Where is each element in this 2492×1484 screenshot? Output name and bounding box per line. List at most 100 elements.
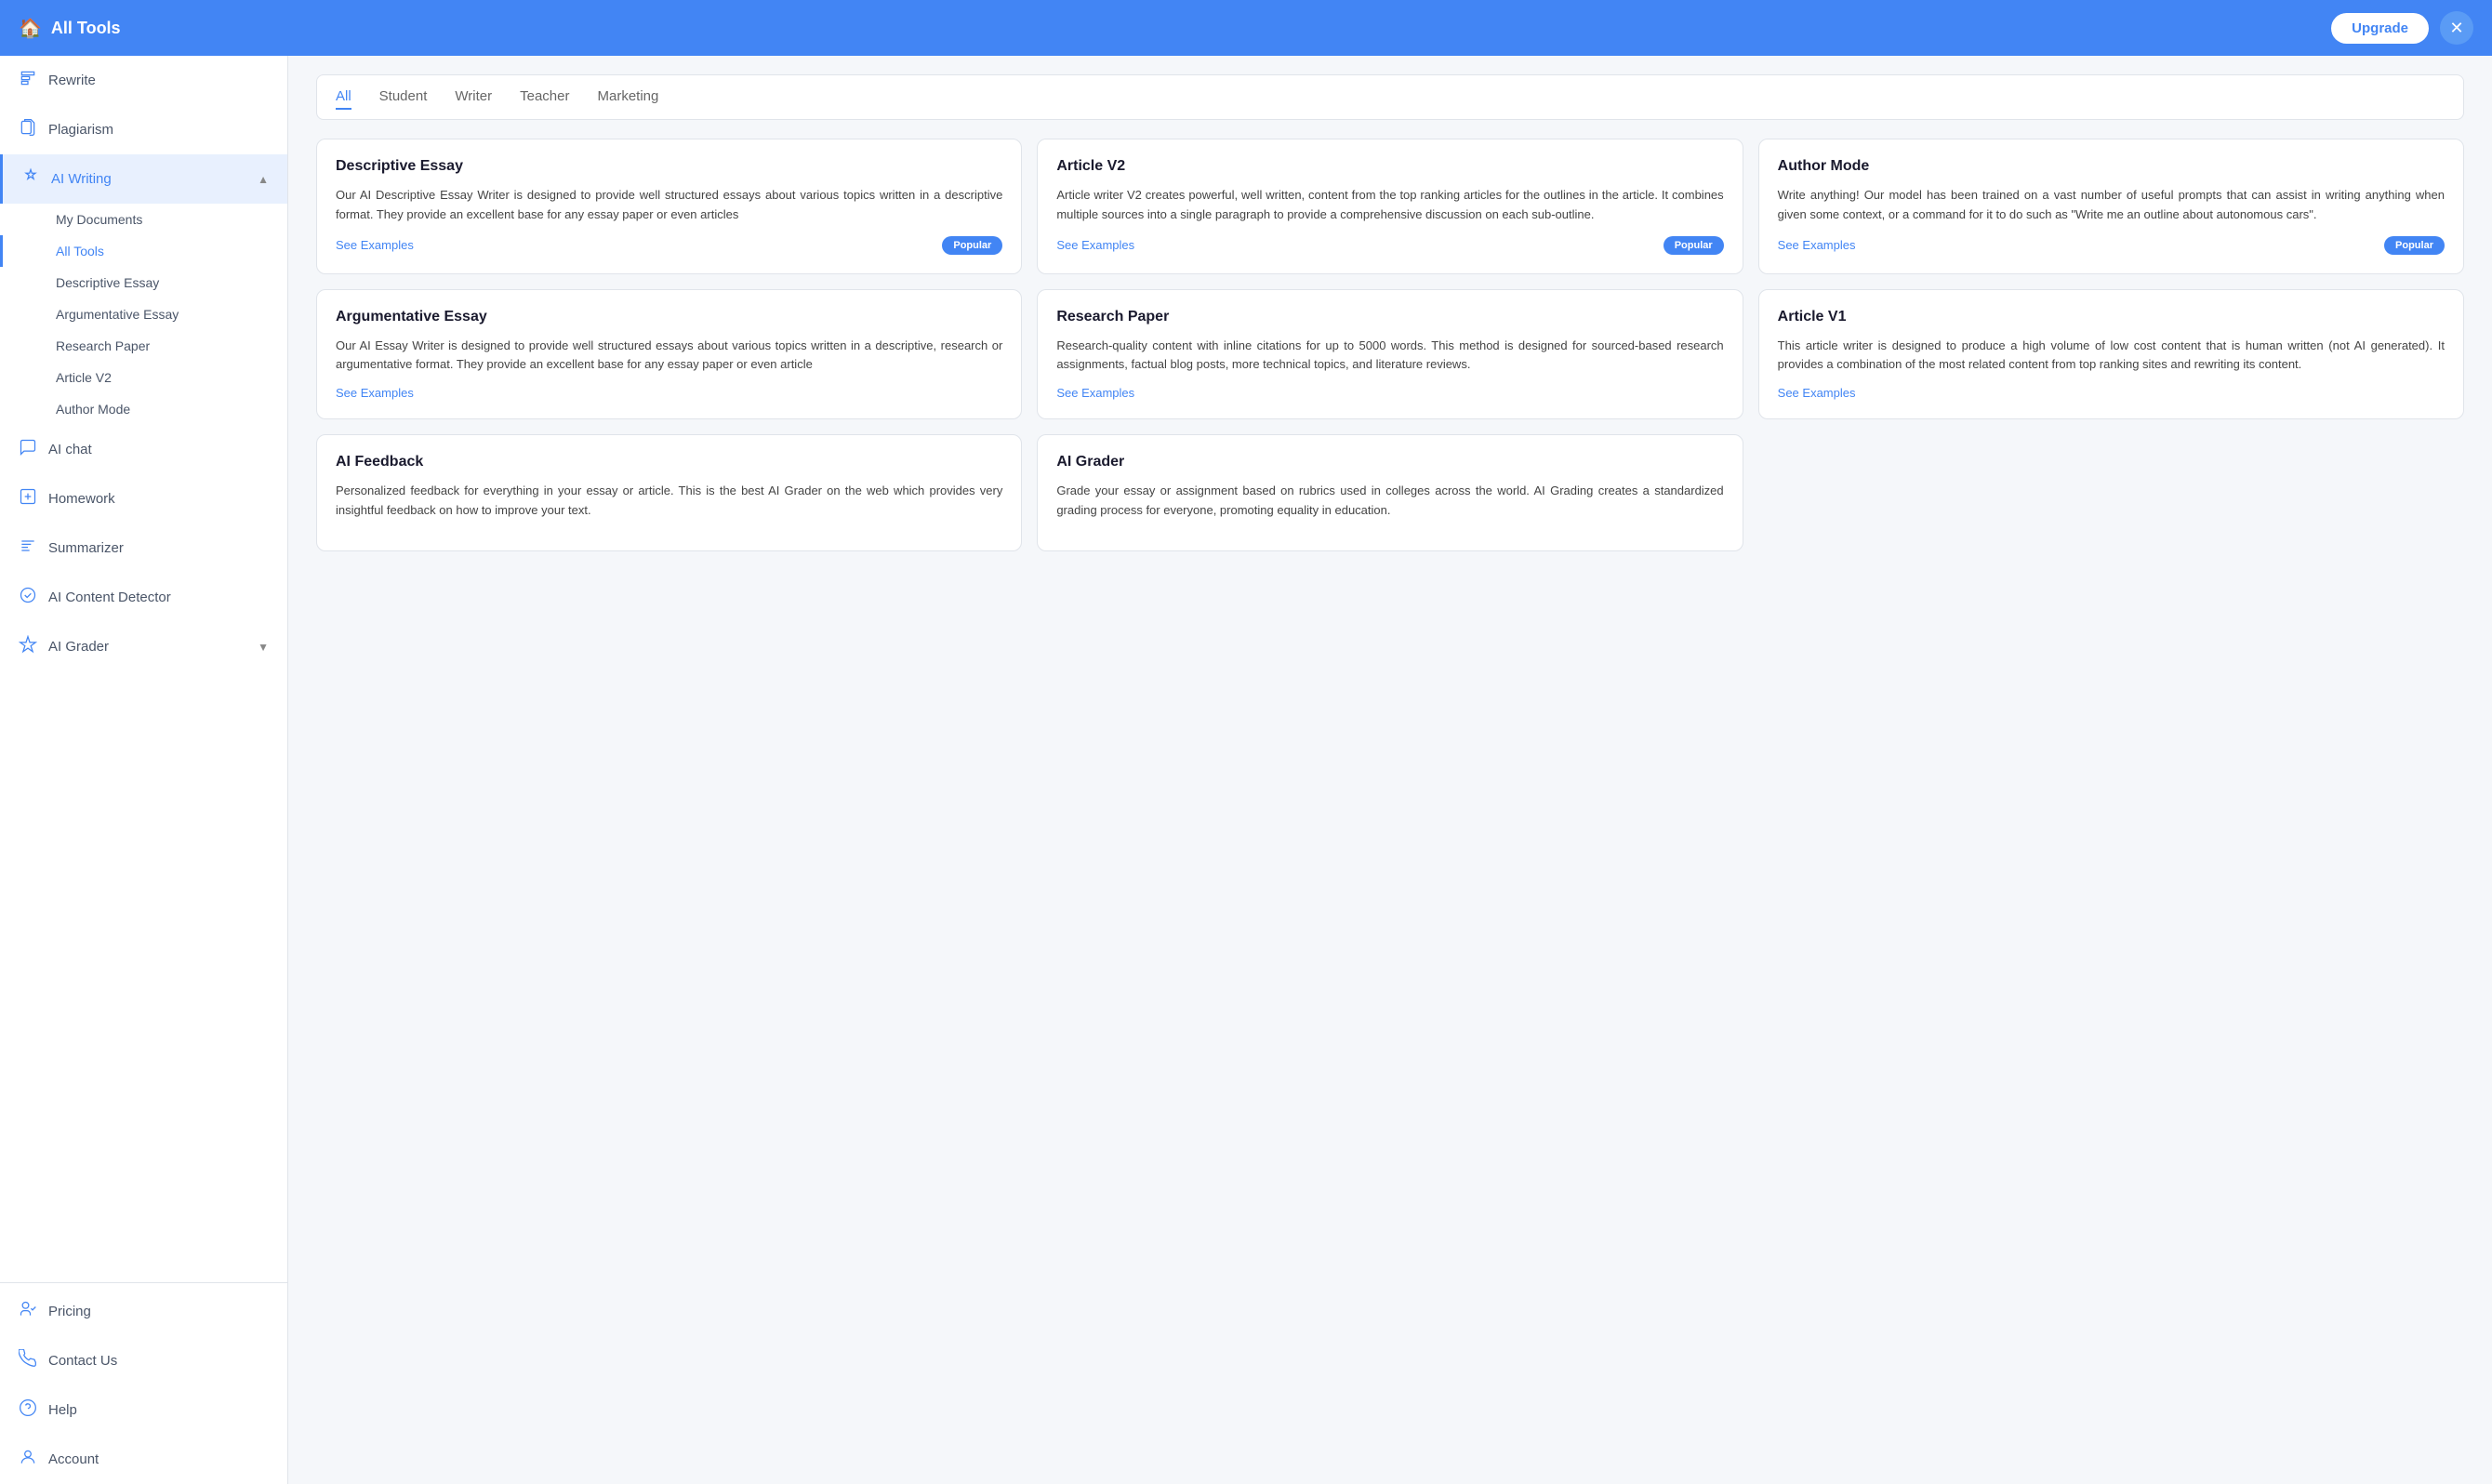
upgrade-button[interactable]: Upgrade xyxy=(2331,13,2429,44)
article-v2-see-examples-link[interactable]: See Examples xyxy=(1056,238,1134,252)
sidebar-item-ai-content-detector[interactable]: AI Content Detector xyxy=(0,573,287,622)
sidebar-sub-item-argumentative-essay[interactable]: Argumentative Essay xyxy=(0,298,287,330)
sidebar-item-pricing-label: Pricing xyxy=(48,1304,91,1319)
card-article-v1: Article V1 This article writer is design… xyxy=(1758,289,2464,420)
sidebar-item-contact-us[interactable]: Contact Us xyxy=(0,1336,287,1385)
research-paper-see-examples-link[interactable]: See Examples xyxy=(1056,386,1134,400)
article-v2-popular-badge: Popular xyxy=(1664,236,1724,255)
card-argumentative-essay: Argumentative Essay Our AI Essay Writer … xyxy=(316,289,1022,420)
ai-grader-icon xyxy=(19,635,37,658)
card-argumentative-essay-title: Argumentative Essay xyxy=(336,309,1002,325)
sidebar-item-ai-content-detector-label: AI Content Detector xyxy=(48,590,171,605)
close-button[interactable]: ✕ xyxy=(2440,11,2473,45)
account-icon xyxy=(19,1448,37,1471)
card-article-v2-footer: See Examples Popular xyxy=(1056,236,1723,255)
filter-tab-student[interactable]: Student xyxy=(379,85,428,110)
sidebar-item-homework[interactable]: Homework xyxy=(0,474,287,523)
pricing-icon xyxy=(19,1300,37,1323)
app-title: All Tools xyxy=(51,19,121,38)
sidebar-item-summarizer[interactable]: Summarizer xyxy=(0,523,287,573)
sidebar-divider xyxy=(0,1282,287,1283)
card-article-v2-desc: Article writer V2 creates powerful, well… xyxy=(1056,186,1723,225)
descriptive-essay-see-examples-link[interactable]: See Examples xyxy=(336,238,414,252)
plagiarism-icon xyxy=(19,118,37,141)
sidebar-item-help-label: Help xyxy=(48,1402,77,1418)
descriptive-essay-popular-badge: Popular xyxy=(942,236,1002,255)
card-ai-feedback-desc: Personalized feedback for everything in … xyxy=(336,482,1002,521)
homework-icon xyxy=(19,487,37,510)
card-research-paper-desc: Research-quality content with inline cit… xyxy=(1056,337,1723,376)
card-article-v2: Article V2 Article writer V2 creates pow… xyxy=(1037,139,1743,274)
main-content: All Student Writer Teacher Marketing Des… xyxy=(288,56,2492,1484)
card-author-mode-footer: See Examples Popular xyxy=(1778,236,2445,255)
ai-grader-chevron-icon: ▼ xyxy=(258,641,269,654)
card-author-mode-title: Author Mode xyxy=(1778,158,2445,175)
card-research-paper-footer: See Examples xyxy=(1056,386,1723,400)
header-right: Upgrade ✕ xyxy=(2331,11,2473,45)
sidebar-item-ai-chat[interactable]: AI chat xyxy=(0,425,287,474)
ai-chat-icon xyxy=(19,438,37,461)
filter-tabs: All Student Writer Teacher Marketing xyxy=(316,74,2464,120)
ai-writing-icon xyxy=(21,167,40,191)
card-article-v1-desc: This article writer is designed to produ… xyxy=(1778,337,2445,376)
filter-tab-writer[interactable]: Writer xyxy=(455,85,492,110)
ai-writing-sub-items: My Documents All Tools Descriptive Essay… xyxy=(0,204,287,425)
sidebar-sub-item-all-tools[interactable]: All Tools xyxy=(0,235,287,267)
ai-content-detector-icon xyxy=(19,586,37,609)
card-research-paper-title: Research Paper xyxy=(1056,309,1723,325)
sidebar-item-ai-grader-label: AI Grader xyxy=(48,639,109,655)
card-research-paper: Research Paper Research-quality content … xyxy=(1037,289,1743,420)
sidebar-sub-item-my-documents[interactable]: My Documents xyxy=(0,204,287,235)
card-descriptive-essay-title: Descriptive Essay xyxy=(336,158,1002,175)
sidebar-sub-item-descriptive-essay[interactable]: Descriptive Essay xyxy=(0,267,287,298)
sidebar-sub-item-article-v2[interactable]: Article V2 xyxy=(0,362,287,393)
rewrite-icon xyxy=(19,69,37,92)
sidebar-item-account-label: Account xyxy=(48,1451,99,1467)
filter-tab-all[interactable]: All xyxy=(336,85,351,110)
sidebar-item-ai-writing-label: AI Writing xyxy=(51,171,112,187)
author-mode-see-examples-link[interactable]: See Examples xyxy=(1778,238,1856,252)
card-argumentative-essay-desc: Our AI Essay Writer is designed to provi… xyxy=(336,337,1002,376)
card-author-mode-desc: Write anything! Our model has been train… xyxy=(1778,186,2445,225)
card-argumentative-essay-footer: See Examples xyxy=(336,386,1002,400)
sidebar-item-ai-writing[interactable]: AI Writing ▲ xyxy=(0,154,287,204)
card-article-v2-title: Article V2 xyxy=(1056,158,1723,175)
contact-icon xyxy=(19,1349,37,1372)
header-left: 🏠 All Tools xyxy=(19,17,121,40)
filter-tab-teacher[interactable]: Teacher xyxy=(520,85,569,110)
sidebar-item-help[interactable]: Help xyxy=(0,1385,287,1435)
cards-grid: Descriptive Essay Our AI Descriptive Ess… xyxy=(316,139,2464,551)
sidebar-item-contact-us-label: Contact Us xyxy=(48,1353,117,1369)
sidebar-item-rewrite-label: Rewrite xyxy=(48,73,96,88)
sidebar-item-homework-label: Homework xyxy=(48,491,115,507)
sidebar-item-summarizer-label: Summarizer xyxy=(48,540,124,556)
sidebar-item-pricing[interactable]: Pricing xyxy=(0,1287,287,1336)
card-descriptive-essay-footer: See Examples Popular xyxy=(336,236,1002,255)
help-icon xyxy=(19,1398,37,1422)
card-article-v1-footer: See Examples xyxy=(1778,386,2445,400)
sidebar-item-plagiarism[interactable]: Plagiarism xyxy=(0,105,287,154)
article-v1-see-examples-link[interactable]: See Examples xyxy=(1778,386,1856,400)
card-article-v1-title: Article V1 xyxy=(1778,309,2445,325)
header: 🏠 All Tools Upgrade ✕ xyxy=(0,0,2492,56)
card-ai-grader-desc: Grade your essay or assignment based on … xyxy=(1056,482,1723,521)
ai-writing-chevron-icon: ▲ xyxy=(258,173,269,186)
sidebar-item-ai-grader[interactable]: AI Grader ▼ xyxy=(0,622,287,671)
sidebar-sub-item-research-paper[interactable]: Research Paper xyxy=(0,330,287,362)
card-descriptive-essay-desc: Our AI Descriptive Essay Writer is desig… xyxy=(336,186,1002,225)
card-ai-feedback: AI Feedback Personalized feedback for ev… xyxy=(316,434,1022,551)
card-ai-grader-title: AI Grader xyxy=(1056,454,1723,470)
card-descriptive-essay: Descriptive Essay Our AI Descriptive Ess… xyxy=(316,139,1022,274)
sidebar-item-account[interactable]: Account xyxy=(0,1435,287,1484)
sidebar: Rewrite Plagiarism AI Writing ▲ My Docum… xyxy=(0,56,288,1484)
argumentative-essay-see-examples-link[interactable]: See Examples xyxy=(336,386,414,400)
sidebar-item-rewrite[interactable]: Rewrite xyxy=(0,56,287,105)
card-ai-feedback-title: AI Feedback xyxy=(336,454,1002,470)
sidebar-item-plagiarism-label: Plagiarism xyxy=(48,122,113,138)
sidebar-item-ai-chat-label: AI chat xyxy=(48,442,92,457)
card-author-mode: Author Mode Write anything! Our model ha… xyxy=(1758,139,2464,274)
sidebar-sub-item-author-mode[interactable]: Author Mode xyxy=(0,393,287,425)
author-mode-popular-badge: Popular xyxy=(2384,236,2445,255)
filter-tab-marketing[interactable]: Marketing xyxy=(598,85,659,110)
summarizer-icon xyxy=(19,537,37,560)
